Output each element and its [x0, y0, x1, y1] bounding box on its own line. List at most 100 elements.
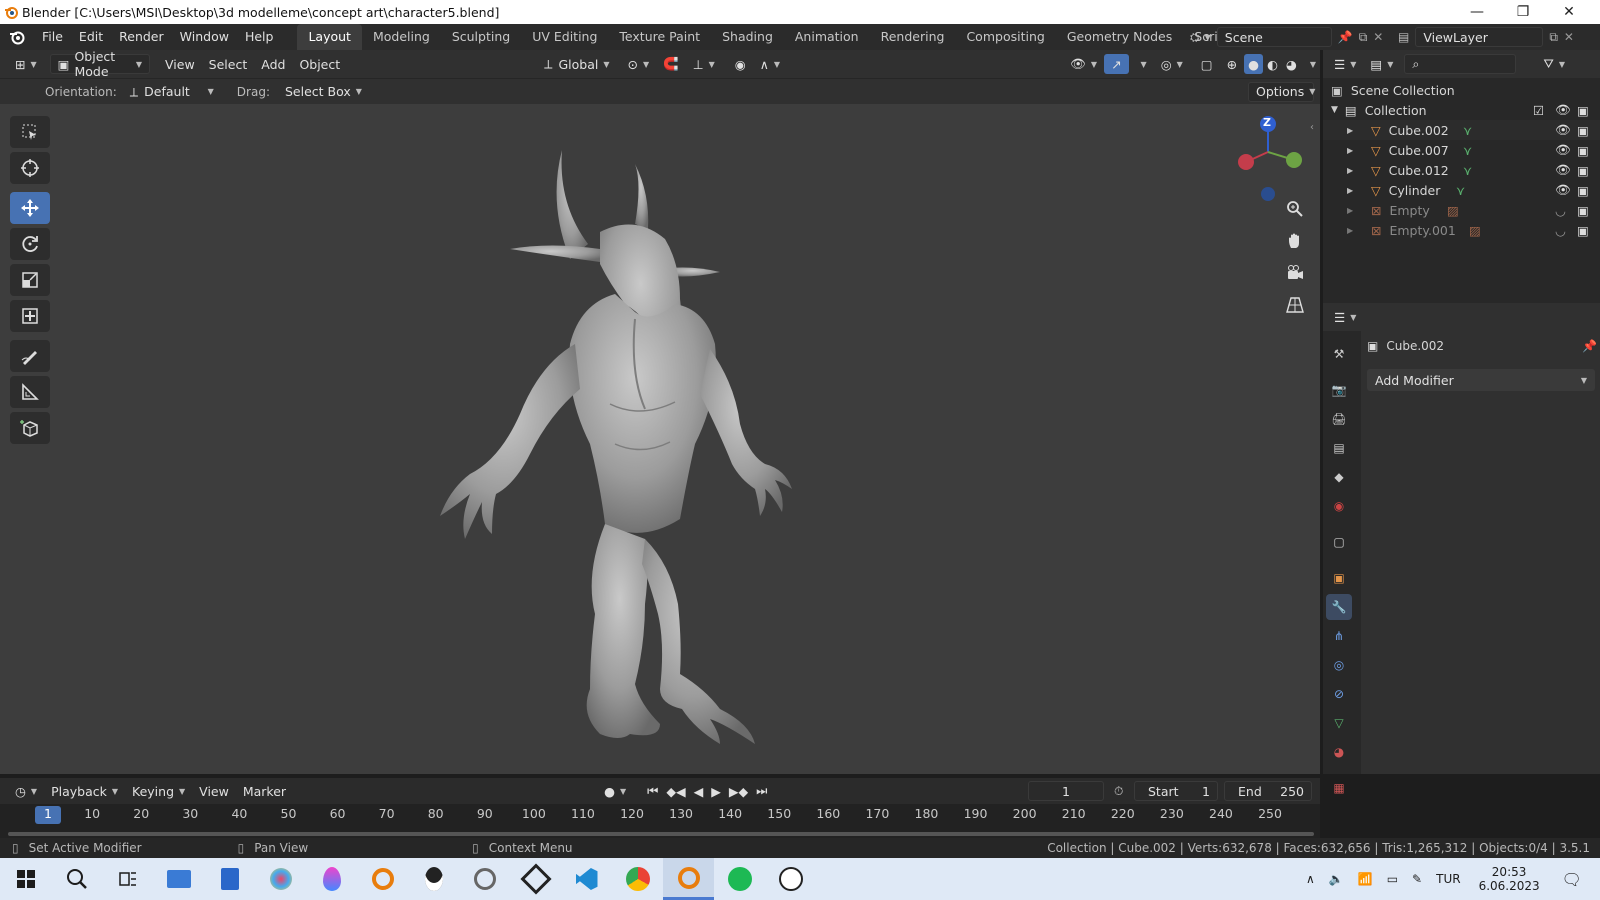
physics-tab-icon[interactable]: ◎: [1326, 652, 1352, 678]
rendered-shading-icon[interactable]: ◕: [1282, 54, 1301, 74]
transform-orientation-dropdown[interactable]: ⟂ Global ▼: [537, 54, 616, 74]
measure-tool-icon[interactable]: [10, 376, 50, 408]
outliner-item-cube-012[interactable]: ▶ ▽ Cube.012 ⋎ 👁 ▣: [1323, 160, 1600, 180]
jump-start-icon[interactable]: ⏮: [643, 781, 662, 801]
pen-icon[interactable]: ✎: [1412, 872, 1422, 886]
expand-arrow-icon[interactable]: ▶: [1347, 226, 1353, 235]
vscode-app-icon[interactable]: [561, 858, 612, 900]
tab-compositing[interactable]: Compositing: [955, 24, 1055, 50]
gizmo-dropdown-icon[interactable]: ▼: [1129, 54, 1154, 74]
eye-hidden-icon[interactable]: ◡: [1555, 223, 1566, 238]
eye-icon[interactable]: 👁: [1555, 102, 1571, 118]
tab-shading[interactable]: Shading: [711, 24, 784, 50]
outliner-item-cylinder[interactable]: ▶ ▽ Cylinder ⋎ 👁 ▣: [1323, 180, 1600, 200]
pin-icon[interactable]: 📌: [1338, 30, 1353, 44]
camera-render-icon[interactable]: ▣: [1577, 163, 1589, 178]
unity-app-icon[interactable]: [510, 858, 561, 900]
mode-dropdown[interactable]: ▣ Object Mode ▼: [49, 49, 150, 79]
spotify-app-icon[interactable]: [714, 858, 765, 900]
select-box-tool-icon[interactable]: [10, 116, 50, 148]
eye-hidden-icon[interactable]: ◡: [1555, 203, 1566, 218]
tab-sculpting[interactable]: Sculpting: [441, 24, 521, 50]
expand-arrow-icon[interactable]: ▶: [1347, 146, 1353, 155]
timeline-menu-marker[interactable]: Marker: [236, 781, 293, 801]
collection-tab-icon[interactable]: ▢: [1326, 529, 1352, 555]
character-model[interactable]: [420, 144, 840, 744]
restore-button[interactable]: ❐: [1500, 0, 1546, 24]
start-frame-field[interactable]: Start 1: [1134, 781, 1218, 801]
camera-render-icon[interactable]: ▣: [1577, 203, 1589, 218]
task-view-icon[interactable]: [102, 858, 153, 900]
viewport-menu-object[interactable]: Object: [292, 54, 347, 74]
clock[interactable]: 20:53 6.06.2023: [1479, 865, 1540, 893]
object-tab-icon[interactable]: ▣: [1326, 565, 1352, 591]
blender-running-app-icon[interactable]: [663, 858, 714, 900]
expand-arrow-icon[interactable]: ▶: [1347, 126, 1353, 135]
transform-tool-icon[interactable]: [10, 300, 50, 332]
options-dropdown[interactable]: Options ▼: [1248, 81, 1315, 102]
checkbox-icon[interactable]: ☑: [1533, 103, 1544, 118]
tab-modeling[interactable]: Modeling: [362, 24, 441, 50]
calculator-icon[interactable]: [204, 858, 255, 900]
eye-icon[interactable]: 👁: [1555, 182, 1571, 198]
outliner-item-empty-001[interactable]: ▶ ⊠ Empty.001 ▨ ◡ ▣: [1323, 220, 1600, 240]
scene-tab-icon[interactable]: ◆: [1326, 464, 1352, 490]
move-tool-icon[interactable]: [10, 192, 50, 224]
snap-target-icon[interactable]: ⊥ ▼: [686, 54, 722, 74]
collection-row[interactable]: ▼ ▤ Collection ☑ 👁 ▣: [1323, 100, 1600, 120]
world-tab-icon[interactable]: ◉: [1326, 493, 1352, 519]
editor-type-icon[interactable]: ⊞ ▼: [8, 54, 44, 74]
zoom-icon[interactable]: [1280, 194, 1310, 224]
windows-start-icon[interactable]: [0, 858, 51, 900]
pan-hand-icon[interactable]: [1280, 226, 1310, 256]
modifier-tab-icon[interactable]: 🔧: [1326, 594, 1352, 620]
pivot-point-icon[interactable]: ⊙ ▼: [621, 54, 657, 74]
expand-arrow-icon[interactable]: ▶: [1347, 186, 1353, 195]
shading-options-icon[interactable]: ▼: [1301, 54, 1320, 74]
show-hidden-icons-icon[interactable]: ∧: [1306, 872, 1315, 886]
eye-icon[interactable]: 👁: [1555, 142, 1571, 158]
tab-texture-paint[interactable]: Texture Paint: [608, 24, 711, 50]
expand-arrow-icon[interactable]: ▶: [1347, 166, 1353, 175]
close-button[interactable]: ✕: [1546, 0, 1592, 24]
drag-setting-dropdown[interactable]: Select Box ▼: [278, 82, 369, 102]
timeline-editor-type-icon[interactable]: ◷ ▼: [8, 781, 44, 801]
expand-arrow-icon[interactable]: ▶: [1347, 206, 1353, 215]
visibility-icon[interactable]: 👁 ▼: [1063, 54, 1104, 74]
minimize-button[interactable]: —: [1454, 0, 1500, 24]
filter-icon[interactable]: ⛛ ▼: [1536, 54, 1572, 74]
camera-render-icon[interactable]: ▣: [1577, 123, 1589, 138]
xray-icon[interactable]: ▢: [1194, 54, 1220, 74]
cursor-tool-icon[interactable]: [10, 152, 50, 184]
menu-render[interactable]: Render: [111, 24, 172, 50]
overlays-icon[interactable]: ◎ ▼: [1154, 54, 1190, 74]
chrome-app-icon[interactable]: [612, 858, 663, 900]
rotate-tool-icon[interactable]: [10, 228, 50, 260]
timeline-scrollbar[interactable]: [8, 832, 1314, 836]
add-cube-tool-icon[interactable]: [10, 412, 50, 444]
outliner-item-cube-007[interactable]: ▶ ▽ Cube.007 ⋎ 👁 ▣: [1323, 140, 1600, 160]
output-tab-icon[interactable]: 🖨: [1326, 406, 1352, 432]
eye-icon[interactable]: 👁: [1555, 122, 1571, 138]
file-explorer-icon[interactable]: [153, 858, 204, 900]
outliner-item-empty[interactable]: ▶ ⊠ Empty ▨ ◡ ▣: [1323, 200, 1600, 220]
eye-icon[interactable]: 👁: [1555, 162, 1571, 178]
camera-render-icon[interactable]: ▣: [1577, 143, 1589, 158]
scale-tool-icon[interactable]: [10, 264, 50, 296]
camera-view-icon[interactable]: [1280, 258, 1310, 288]
outliner-editor-type-icon[interactable]: ☰ ▼: [1327, 54, 1363, 74]
3d-viewport[interactable]: ‹ Z: [0, 104, 1320, 774]
timeline-menu-keying[interactable]: Keying ▼: [125, 781, 192, 801]
proportional-edit-icon[interactable]: ◉: [728, 54, 753, 74]
viewport-menu-view[interactable]: View: [158, 54, 202, 74]
viewport-menu-select[interactable]: Select: [202, 54, 255, 74]
properties-editor-type-icon[interactable]: ☰ ▼: [1327, 307, 1363, 327]
stopwatch-icon[interactable]: ⏱: [1114, 784, 1123, 799]
language-indicator[interactable]: TUR: [1436, 872, 1460, 886]
timeline-menu-playback[interactable]: Playback ▼: [44, 781, 125, 801]
scene-collection-row[interactable]: ▣ Scene Collection: [1323, 80, 1600, 100]
camera-render-icon[interactable]: ▣: [1577, 183, 1589, 198]
search-icon[interactable]: [51, 858, 102, 900]
penguin-app-icon[interactable]: [408, 858, 459, 900]
delete-view-layer-icon[interactable]: ✕: [1564, 30, 1574, 44]
